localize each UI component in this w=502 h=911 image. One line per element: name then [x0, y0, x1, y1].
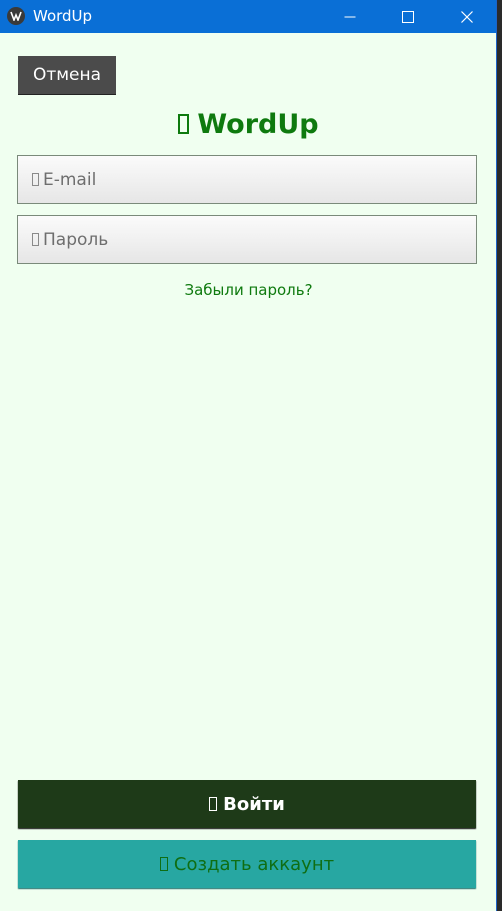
- maximize-button[interactable]: [379, 0, 437, 33]
- password-field[interactable]: Пароль: [17, 215, 477, 264]
- app-heading-text: WordUp: [197, 109, 319, 140]
- desktop-backdrop: [497, 0, 502, 911]
- minimize-icon: [344, 16, 356, 17]
- password-placeholder: Пароль: [43, 229, 109, 250]
- login-button-label: Войти: [223, 793, 285, 815]
- forgot-password-link[interactable]: Забыли пароль?: [0, 280, 496, 300]
- app-heading: WordUp: [0, 106, 496, 144]
- email-field[interactable]: E-mail: [17, 155, 477, 204]
- minimize-button[interactable]: [321, 0, 379, 33]
- kivy-logo-icon: [7, 7, 25, 25]
- title-bar[interactable]: WordUp: [0, 0, 496, 33]
- login-button[interactable]: Войти: [18, 780, 476, 828]
- missing-glyph-icon: [159, 857, 168, 871]
- email-placeholder: E-mail: [43, 169, 97, 190]
- create-account-button[interactable]: Создать аккаунт: [18, 840, 476, 888]
- missing-glyph-icon: [32, 173, 39, 186]
- close-icon: [461, 10, 473, 23]
- app-window: WordUp Отмена WordUp E-mail Пароль Забыл…: [0, 0, 497, 911]
- missing-glyph-icon: [209, 797, 218, 811]
- cancel-button-label: Отмена: [32, 65, 102, 85]
- close-button[interactable]: [438, 0, 496, 33]
- missing-glyph-icon: [32, 233, 39, 246]
- create-account-button-label: Создать аккаунт: [173, 853, 335, 875]
- window-title: WordUp: [33, 7, 93, 25]
- maximize-icon: [402, 10, 414, 23]
- cancel-button[interactable]: Отмена: [18, 56, 116, 94]
- missing-glyph-icon: [178, 114, 190, 134]
